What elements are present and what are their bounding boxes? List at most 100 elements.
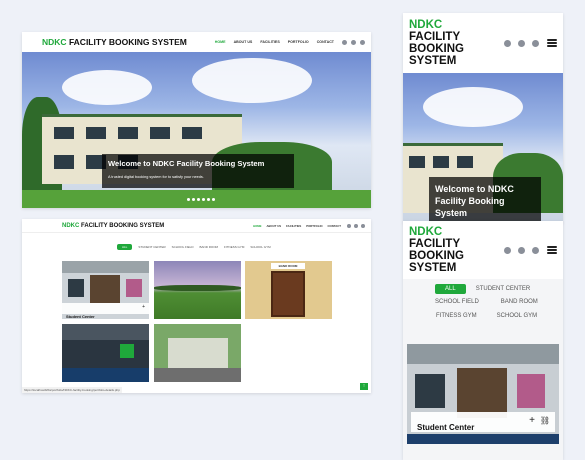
- nav-item-contact[interactable]: CONTACT: [328, 224, 341, 228]
- twitter-icon[interactable]: [504, 246, 511, 254]
- portfolio-item-info: Student Center + ⛓: [411, 412, 555, 432]
- filter-fitness-gym[interactable]: FITNESS GYM: [224, 245, 244, 249]
- portfolio-filters: ALL STUDENT CENTER SCHOOL FIELD BAND ROO…: [117, 244, 271, 250]
- filter-band-room[interactable]: BAND ROOM: [200, 245, 219, 249]
- add-icon[interactable]: +: [142, 304, 145, 310]
- twitter-icon[interactable]: [504, 39, 511, 47]
- portfolio-filters: ALL STUDENT CENTER SCHOOL FIELD BAND ROO…: [403, 283, 563, 323]
- add-icon[interactable]: +: [529, 415, 535, 426]
- brand-logo[interactable]: NDKC FACILITY BOOKING SYSTEM: [409, 19, 464, 67]
- social-links: [504, 246, 539, 254]
- brand-line-1: FACILITY: [409, 238, 461, 250]
- hero-caption: Welcome to NDKC Facility Booking System: [429, 177, 541, 223]
- carousel-dot[interactable]: [192, 198, 195, 201]
- carousel-dot[interactable]: [187, 198, 190, 201]
- portfolio-item-student-center[interactable]: Student Center +: [62, 261, 149, 319]
- instagram-icon[interactable]: [360, 39, 365, 45]
- filter-student-center[interactable]: STUDENT CENTER: [476, 286, 531, 292]
- band-room-sign: BAND ROOM: [271, 263, 305, 269]
- brand-logo[interactable]: NDKC FACILITY BOOKING SYSTEM: [62, 223, 164, 229]
- filter-student-center[interactable]: STUDENT CENTER: [138, 245, 165, 249]
- navbar: NDKC FACILITY BOOKING SYSTEM HOME ABOUT …: [22, 219, 371, 233]
- hamburger-menu-icon[interactable]: [547, 39, 557, 47]
- facebook-icon[interactable]: [518, 39, 525, 47]
- mobile-hero-screenshot: NDKC FACILITY BOOKING SYSTEM Welcome to …: [403, 13, 563, 223]
- portfolio-item-label: Student Center: [417, 423, 475, 432]
- brand-prefix: NDKC: [42, 37, 67, 47]
- nav-item-about[interactable]: ABOUT US: [234, 40, 253, 44]
- social-links: [504, 39, 539, 47]
- filter-school-field[interactable]: SCHOOL FIELD: [435, 299, 479, 305]
- facebook-icon[interactable]: [518, 246, 525, 254]
- brand-line-3: SYSTEM: [409, 55, 457, 67]
- hero-banner: Welcome to NDKC Facility Booking System …: [22, 52, 371, 208]
- twitter-icon[interactable]: [342, 39, 347, 45]
- carousel-dot[interactable]: [207, 198, 210, 201]
- nav-item-portfolio[interactable]: PORTFOLIO: [288, 40, 309, 44]
- carousel-dot[interactable]: [212, 198, 215, 201]
- hero-title-line-1: Welcome to NDKC: [435, 184, 514, 194]
- mobile-navbar: NDKC FACILITY BOOKING SYSTEM: [403, 13, 563, 73]
- carousel-indicators[interactable]: [187, 198, 215, 201]
- nav-item-home[interactable]: HOME: [253, 224, 261, 228]
- instagram-icon[interactable]: [361, 223, 365, 228]
- facebook-icon[interactable]: [351, 39, 356, 45]
- hero-title-line-3: System: [435, 208, 468, 218]
- back-to-top-button[interactable]: ↑: [360, 383, 368, 390]
- portfolio-item-band-room[interactable]: BAND ROOM: [245, 261, 332, 319]
- portfolio-item-gym[interactable]: [62, 324, 149, 382]
- hamburger-menu-icon[interactable]: [547, 246, 557, 254]
- brand-prefix: NDKC: [409, 226, 443, 238]
- filter-school-gym[interactable]: SCHOOL GYM: [250, 245, 270, 249]
- brand-suffix: FACILITY BOOKING SYSTEM: [81, 222, 165, 229]
- filter-band-room[interactable]: BAND ROOM: [501, 299, 538, 305]
- desktop-hero-screenshot: NDKC FACILITY BOOKING SYSTEM HOME ABOUT …: [22, 32, 371, 208]
- arrow-up-icon: ↑: [362, 383, 366, 389]
- nav-item-about[interactable]: ABOUT US: [267, 224, 282, 228]
- filter-school-gym[interactable]: SCHOOL GYM: [497, 313, 537, 319]
- nav-item-facilities[interactable]: FACILITIES: [286, 224, 301, 228]
- portfolio-item-building[interactable]: [154, 324, 241, 382]
- brand-prefix: NDKC: [62, 222, 80, 229]
- portfolio-item-student-center[interactable]: Student Center + ⛓: [407, 344, 559, 444]
- instagram-icon[interactable]: [532, 246, 539, 254]
- nav-item-contact[interactable]: CONTACT: [317, 40, 334, 44]
- brand-prefix: NDKC: [409, 19, 443, 31]
- navbar: NDKC FACILITY BOOKING SYSTEM HOME ABOUT …: [22, 32, 371, 52]
- portfolio-item-label: Student Center: [66, 314, 95, 319]
- instagram-icon[interactable]: [532, 39, 539, 47]
- mobile-portfolio-screenshot: NDKC FACILITY BOOKING SYSTEM ALL STUDENT…: [403, 221, 563, 460]
- hero-cloud: [192, 58, 312, 103]
- link-icon[interactable]: ⛓: [540, 416, 550, 425]
- filter-fitness-gym[interactable]: FITNESS GYM: [436, 313, 477, 319]
- desktop-portfolio-screenshot: NDKC FACILITY BOOKING SYSTEM HOME ABOUT …: [22, 219, 371, 393]
- nav-item-home[interactable]: HOME: [215, 40, 226, 44]
- portfolio-item-info: Student Center +: [62, 303, 149, 319]
- carousel-dot[interactable]: [202, 198, 205, 201]
- filter-all[interactable]: ALL: [117, 244, 133, 250]
- mobile-navbar: NDKC FACILITY BOOKING SYSTEM: [403, 221, 563, 279]
- nav-menu: HOME ABOUT US FACILITIES PORTFOLIO CONTA…: [215, 40, 334, 44]
- hero-title: Welcome to NDKC Facility Booking System: [108, 159, 265, 168]
- brand-line-2: BOOKING: [409, 250, 464, 262]
- brand-line-3: SYSTEM: [409, 262, 457, 274]
- filter-all[interactable]: ALL: [435, 284, 466, 294]
- portfolio-item-school-field[interactable]: [154, 261, 241, 319]
- filter-school-field[interactable]: SCHOOL FIELD: [172, 245, 194, 249]
- social-links: [342, 39, 365, 45]
- nav-item-facilities[interactable]: FACILITIES: [260, 40, 279, 44]
- nav-item-portfolio[interactable]: PORTFOLIO: [306, 224, 322, 228]
- brand-logo[interactable]: NDKC FACILITY BOOKING SYSTEM: [409, 226, 464, 274]
- status-url: https://localhost/kfbs/portfolio/NDKC-fa…: [22, 387, 122, 393]
- hero-caption: Welcome to NDKC Facility Booking System …: [102, 154, 294, 188]
- brand-suffix: FACILITY BOOKING SYSTEM: [68, 37, 187, 47]
- brand-logo[interactable]: NDKC FACILITY BOOKING SYSTEM: [42, 37, 187, 47]
- carousel-dot[interactable]: [197, 198, 200, 201]
- nav-menu: HOME ABOUT US FACILITIES PORTFOLIO CONTA…: [253, 224, 341, 228]
- brand-line-1: FACILITY: [409, 31, 461, 43]
- twitter-icon[interactable]: [347, 223, 351, 228]
- facebook-icon[interactable]: [354, 223, 358, 228]
- hero-cloud: [62, 70, 152, 105]
- hero-title-line-2: Facility Booking: [435, 196, 505, 206]
- social-links: [347, 223, 365, 228]
